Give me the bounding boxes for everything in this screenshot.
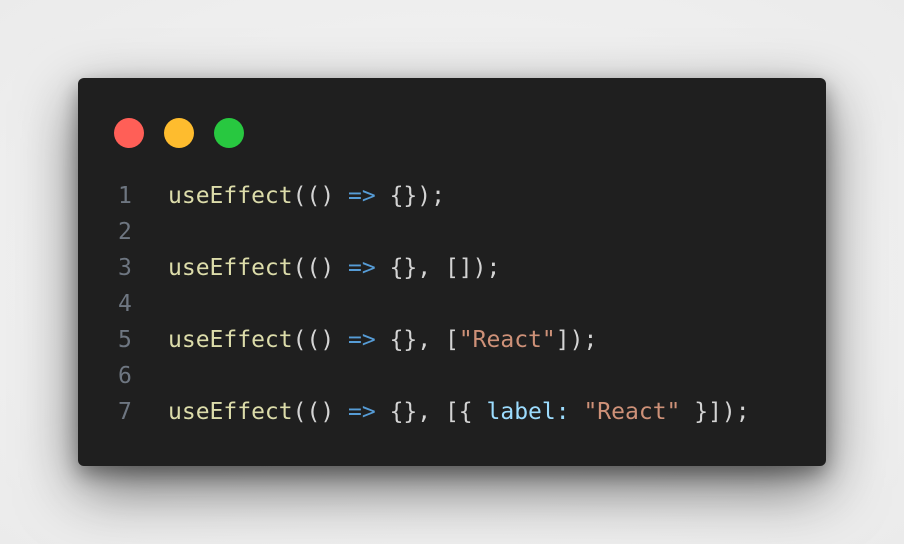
code-token-punc: {}, [ [375, 327, 459, 353]
code-token-fn: useEffect [168, 399, 293, 425]
line-number: 5 [118, 327, 132, 353]
code-token-fn: useEffect [168, 255, 293, 281]
code-token-arrow: => [348, 183, 376, 209]
code-token-punc: (() [292, 399, 349, 425]
code-token-fn: useEffect [168, 327, 293, 353]
code-token-punc: {}, []); [375, 255, 501, 281]
code-token-str: "React" [458, 327, 556, 353]
code-token-punc: {}); [375, 183, 445, 209]
code-token-punc: ]); [555, 327, 598, 353]
line-number: 3 [118, 255, 132, 281]
code-line: 6 [114, 358, 804, 394]
code-token-arrow: => [348, 327, 376, 353]
line-source: useEffect(() => {}, []); [168, 250, 500, 286]
code-token-fn: useEffect [168, 183, 293, 209]
code-line: 4 [114, 286, 804, 322]
window-controls [114, 118, 244, 148]
code-line: 5 useEffect(() => {}, ["React"]); [114, 322, 804, 358]
zoom-button[interactable] [214, 118, 244, 148]
code-token-punc: (() [292, 183, 349, 209]
code-line: 1 useEffect(() => {}); [114, 178, 804, 214]
code-token-arrow: => [348, 255, 376, 281]
code-token-punc: }]); [680, 399, 750, 425]
code-block: 1 useEffect(() => {}); 2 3 useEffect(() => {… [114, 178, 804, 430]
minimize-button[interactable] [164, 118, 194, 148]
line-number: 7 [118, 399, 132, 425]
line-source: useEffect(() => {}, ["React"]); [168, 322, 597, 358]
line-number: 1 [118, 183, 132, 209]
code-token-arrow: => [348, 399, 376, 425]
line-number: 2 [118, 219, 132, 245]
code-token-str: "React" [583, 399, 681, 425]
line-source: useEffect(() => {}); [168, 178, 445, 214]
code-token-punc: {}, [{ [375, 399, 487, 425]
code-line: 7 useEffect(() => {}, [{ label: "React" }… [114, 394, 804, 430]
code-token-punc: (() [292, 255, 349, 281]
code-token-punc: (() [292, 327, 349, 353]
close-button[interactable] [114, 118, 144, 148]
code-window: 1 useEffect(() => {}); 2 3 useEffect(() => {… [78, 78, 826, 466]
line-number: 4 [118, 291, 132, 317]
code-token-prop: : [555, 399, 584, 425]
line-number: 6 [118, 363, 132, 389]
code-line: 3 useEffect(() => {}, []); [114, 250, 804, 286]
line-source: useEffect(() => {}, [{ label: "React" }]… [168, 394, 750, 430]
code-line: 2 [114, 214, 804, 250]
code-token-prop: label [486, 399, 556, 425]
